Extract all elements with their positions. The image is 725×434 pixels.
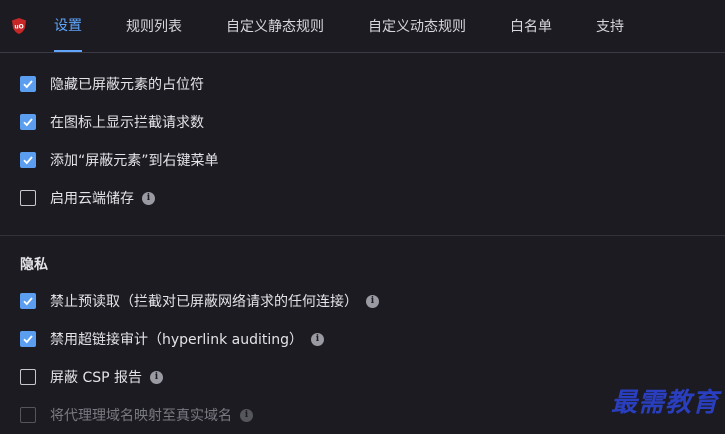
info-icon[interactable]: i [150,371,163,384]
checkbox[interactable] [20,369,36,385]
check-icon [22,333,34,345]
section-title-privacy: 隐私 [0,250,725,278]
section-divider [0,235,725,236]
checkbox[interactable] [20,152,36,168]
checkbox[interactable] [20,114,36,130]
option-label: 将代理理域名映射至真实域名 [50,405,232,425]
checkbox[interactable] [20,331,36,347]
tab-filter-lists[interactable]: 规则列表 [126,0,182,52]
check-icon [22,154,34,166]
tab-settings[interactable]: 设置 [54,0,82,52]
checkbox[interactable] [20,293,36,309]
option-label: 在图标上显示拦截请求数 [50,112,204,132]
option-prefetch-disabled[interactable]: 禁止预读取（拦截对已屏蔽网络请求的任何连接） i [0,282,725,320]
tab-support[interactable]: 支持 [596,0,624,52]
ublock-logo-icon: uO [10,17,28,35]
top-nav: uO 设置 规则列表 自定义静态规则 自定义动态规则 白名单 支持 [0,0,725,53]
svg-text:uO: uO [14,24,23,31]
option-show-icon-badge[interactable]: 在图标上显示拦截请求数 [0,103,725,141]
tab-whitelist[interactable]: 白名单 [510,0,552,52]
info-icon[interactable]: i [311,333,324,346]
checkbox[interactable] [20,190,36,206]
info-icon: i [240,409,253,422]
watermark: 最需教育 [611,382,719,419]
check-icon [22,116,34,128]
check-icon [22,295,34,307]
option-hyperlink-auditing[interactable]: 禁用超链接审计（hyperlink auditing） i [0,320,725,358]
checkbox[interactable] [20,76,36,92]
tab-my-filters[interactable]: 自定义静态规则 [226,0,324,52]
option-label: 禁止预读取（拦截对已屏蔽网络请求的任何连接） [50,291,358,311]
checkbox [20,407,36,423]
option-context-menu[interactable]: 添加“屏蔽元素”到右键菜单 [0,141,725,179]
option-cloud-storage[interactable]: 启用云端储存 i [0,179,725,217]
check-icon [22,78,34,90]
tab-my-rules[interactable]: 自定义动态规则 [368,0,466,52]
settings-content: 隐藏已屏蔽元素的占位符 在图标上显示拦截请求数 添加“屏蔽元素”到右键菜单 启用… [0,53,725,434]
option-label: 禁用超链接审计（hyperlink auditing） [50,329,303,349]
option-label: 启用云端储存 [50,188,134,208]
info-icon[interactable]: i [142,192,155,205]
info-icon[interactable]: i [366,295,379,308]
option-label: 屏蔽 CSP 报告 [50,367,142,387]
option-label: 添加“屏蔽元素”到右键菜单 [50,150,219,170]
option-hide-placeholders[interactable]: 隐藏已屏蔽元素的占位符 [0,65,725,103]
option-label: 隐藏已屏蔽元素的占位符 [50,74,204,94]
